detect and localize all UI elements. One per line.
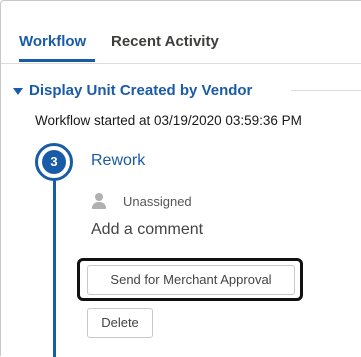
comment-input[interactable] bbox=[91, 218, 351, 242]
step-number-badge: 3 bbox=[35, 143, 73, 181]
user-icon bbox=[91, 193, 107, 209]
step-title: Rework bbox=[91, 152, 146, 169]
workflow-started-text: Workflow started at 03/19/2020 03:59:36 … bbox=[35, 113, 302, 128]
section-divider bbox=[291, 90, 361, 91]
section-header-display-unit-created[interactable]: Display Unit Created by Vendor bbox=[13, 79, 252, 101]
timeline-line bbox=[53, 179, 56, 357]
tab-recent-activity[interactable]: Recent Activity bbox=[111, 33, 219, 50]
send-for-merchant-approval-button[interactable]: Send for Merchant Approval bbox=[87, 265, 295, 295]
step-number: 3 bbox=[42, 150, 66, 174]
caret-down-icon bbox=[13, 87, 23, 95]
assignee: Unassigned bbox=[91, 191, 192, 211]
delete-button[interactable]: Delete bbox=[87, 308, 153, 338]
tab-workflow[interactable]: Workflow bbox=[19, 33, 86, 50]
tab-bar: Workflow Recent Activity bbox=[1, 1, 361, 64]
workflow-panel: Workflow Recent Activity Display Unit Cr… bbox=[0, 0, 361, 357]
section-title: Display Unit Created by Vendor bbox=[29, 81, 253, 99]
assignee-label: Unassigned bbox=[123, 193, 192, 209]
active-tab-indicator bbox=[19, 59, 95, 62]
